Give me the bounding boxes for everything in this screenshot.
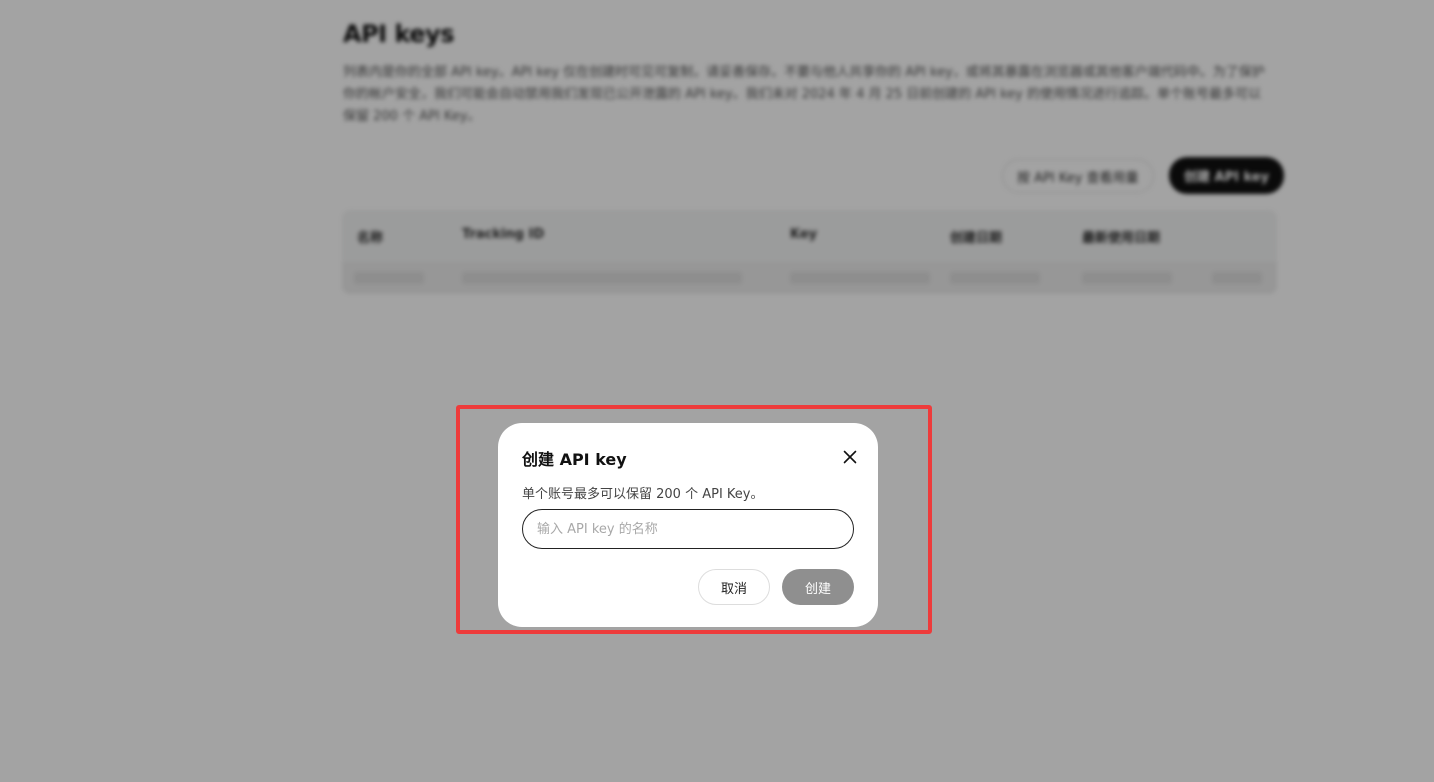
create-api-key-dialog: 创建 API key 单个账号最多可以保留 200 个 API Key。 取消 …	[498, 423, 878, 627]
dialog-description: 单个账号最多可以保留 200 个 API Key。	[522, 487, 764, 502]
close-icon[interactable]	[838, 445, 862, 469]
modal-overlay[interactable]	[0, 0, 1434, 782]
api-key-name-input[interactable]	[522, 509, 854, 549]
api-keys-page: API keys 列表内是你的全部 API key。API key 仅在创建时可…	[0, 0, 1434, 782]
create-button[interactable]: 创建	[782, 569, 854, 605]
cancel-button[interactable]: 取消	[698, 569, 770, 605]
close-icon-glyph	[843, 450, 857, 464]
dialog-title: 创建 API key	[522, 450, 627, 469]
